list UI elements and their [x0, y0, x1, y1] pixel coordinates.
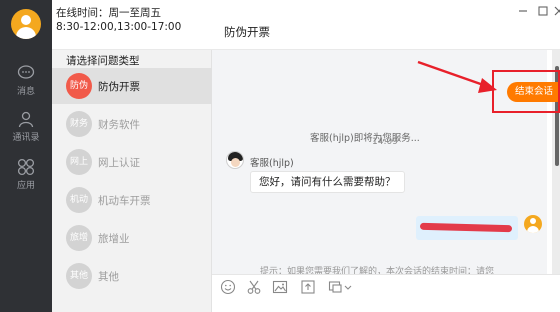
scissors-icon[interactable] — [246, 279, 262, 295]
category-badge: 防伪 — [66, 73, 92, 99]
chat-scroll-thumb[interactable] — [555, 66, 559, 166]
agent-face — [231, 158, 240, 167]
category-panel: 请选择问题类型 防伪 防伪开票 财务 财务软件 网上 网上认证 机动 机动车开票… — [52, 50, 212, 312]
avatar-head — [530, 218, 536, 224]
agent-name: 客服(hjlp) — [250, 158, 294, 169]
category-item-travel[interactable]: 旅增 旅增业 — [52, 220, 212, 256]
category-badge: 网上 — [66, 149, 92, 175]
rail-item-contacts[interactable]: 通讯录 — [0, 110, 52, 154]
close-button[interactable] — [552, 4, 560, 18]
chat-title: 防伪开票 — [224, 25, 270, 39]
apps-icon — [17, 158, 35, 176]
rail-item-messages[interactable]: 消息 — [0, 64, 52, 108]
avatar-body — [16, 27, 36, 39]
category-item-finance[interactable]: 财务 财务软件 — [52, 106, 212, 142]
input-toolbar — [212, 274, 560, 312]
screenshot-icon[interactable] — [328, 279, 344, 295]
rail-label: 通讯录 — [12, 133, 40, 143]
minimize-icon — [519, 10, 527, 12]
online-time-range: 8:30-12:00,13:00-17:00 — [56, 21, 182, 33]
chevron-down-icon[interactable] — [344, 279, 352, 295]
rail-item-apps[interactable]: 应用 — [0, 158, 52, 202]
category-label: 其他 — [98, 271, 119, 283]
message-timestamp: 14:09 — [372, 137, 398, 147]
end-session-button[interactable]: 结束会话 — [507, 82, 560, 102]
online-label: 在线时间：周一至周五 — [56, 7, 161, 19]
panel-heading: 请选择问题类型 — [66, 55, 140, 67]
category-label: 网上认证 — [98, 157, 140, 169]
online-hours: 在线时间：周一至周五 8:30-12:00,13:00-17:00 — [56, 6, 181, 34]
minimize-button[interactable] — [516, 4, 530, 18]
category-item-online-auth[interactable]: 网上 网上认证 — [52, 144, 212, 180]
upload-icon[interactable] — [300, 279, 316, 295]
top-bar: 在线时间：周一至周五 8:30-12:00,13:00-17:00 防伪开票 — [52, 0, 560, 50]
avatar-body — [527, 226, 539, 233]
category-badge: 机动 — [66, 187, 92, 213]
category-label: 财务软件 — [98, 119, 140, 131]
maximize-icon — [538, 6, 548, 16]
user-avatar[interactable] — [11, 9, 41, 39]
category-item-vehicle[interactable]: 机动 机动车开票 — [52, 182, 212, 218]
contacts-icon — [18, 111, 34, 128]
maximize-button[interactable] — [536, 4, 550, 18]
category-item-other[interactable]: 其他 其他 — [52, 258, 212, 294]
category-label: 防伪开票 — [98, 81, 140, 93]
emoji-icon[interactable] — [220, 279, 236, 295]
left-rail: 消息 通讯录 应用 — [0, 0, 52, 312]
agent-message-bubble: 您好，请问有什么需要帮助？ — [250, 171, 405, 193]
avatar-head — [21, 15, 31, 25]
rail-label: 应用 — [16, 181, 35, 191]
system-message: 客服(hjlp)即将为您服务... — [310, 133, 420, 144]
image-icon[interactable] — [272, 279, 288, 295]
category-item-anti-counterfeit[interactable]: 防伪 防伪开票 — [52, 68, 212, 104]
category-badge: 财务 — [66, 111, 92, 137]
category-badge: 旅增 — [66, 225, 92, 251]
chat-bubble-icon — [17, 65, 35, 79]
category-label: 旅增业 — [98, 233, 130, 245]
close-icon — [554, 6, 560, 16]
category-badge: 其他 — [66, 263, 92, 289]
category-label: 机动车开票 — [98, 195, 151, 207]
agent-avatar — [226, 151, 244, 169]
rail-label: 消息 — [16, 87, 35, 97]
user-message-avatar — [524, 215, 542, 233]
